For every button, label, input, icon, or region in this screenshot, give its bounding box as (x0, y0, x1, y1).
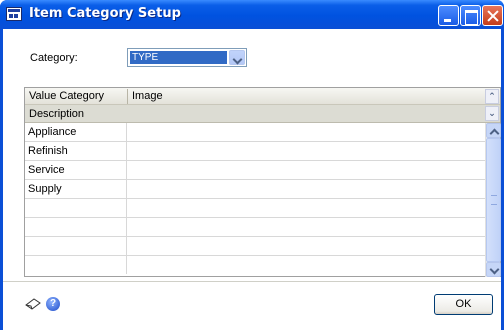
column-header-description[interactable]: Description (29, 108, 84, 120)
expand-up-icon[interactable]: ⌃ (485, 89, 499, 104)
grid-header: Value Category Image ⌃ (25, 88, 500, 105)
column-divider (127, 89, 128, 104)
table-row[interactable] (25, 199, 485, 218)
minimize-button[interactable] (438, 5, 459, 26)
image-cell[interactable] (127, 142, 485, 160)
table-row[interactable] (25, 256, 485, 275)
category-value: TYPE (130, 51, 227, 64)
value-category-grid: Value Category Image ⌃ Description ⌄ App… (24, 87, 501, 277)
value-category-cell[interactable] (25, 218, 127, 236)
expand-down-icon[interactable]: ⌄ (485, 106, 499, 121)
table-row[interactable] (25, 218, 485, 237)
scroll-up-icon[interactable] (486, 123, 501, 138)
title-bar[interactable]: Item Category Setup (0, 0, 504, 29)
grid-scrollbar[interactable] (485, 123, 501, 277)
table-row[interactable]: Refinish (25, 142, 485, 161)
image-cell[interactable] (127, 218, 485, 236)
image-cell[interactable] (127, 199, 485, 217)
value-category-cell[interactable]: Appliance (25, 123, 127, 141)
ok-button[interactable]: OK (434, 294, 493, 315)
note-icon[interactable] (25, 298, 41, 310)
dropdown-arrow-icon[interactable] (229, 50, 245, 65)
image-cell[interactable] (127, 123, 485, 141)
scroll-down-icon[interactable] (486, 262, 501, 277)
category-dropdown[interactable]: TYPE (127, 48, 247, 67)
table-row[interactable]: Appliance (25, 123, 485, 142)
column-header-value-category[interactable]: Value Category (29, 90, 104, 102)
window-title: Item Category Setup (29, 6, 181, 21)
value-category-cell[interactable] (25, 199, 127, 217)
table-row[interactable]: Service (25, 161, 485, 180)
help-icon[interactable]: ? (46, 297, 60, 311)
column-header-image[interactable]: Image (132, 90, 163, 102)
footer-divider (3, 281, 501, 282)
value-category-cell[interactable] (25, 256, 127, 274)
table-row[interactable]: Supply (25, 180, 485, 199)
value-category-cell[interactable]: Refinish (25, 142, 127, 160)
image-cell[interactable] (127, 161, 485, 179)
image-cell[interactable] (127, 256, 485, 274)
grid-subheader: Description ⌄ (25, 105, 500, 123)
close-button[interactable] (482, 5, 503, 26)
value-category-cell[interactable]: Service (25, 161, 127, 179)
table-row[interactable] (25, 237, 485, 256)
category-label: Category: (30, 52, 78, 64)
maximize-button[interactable] (460, 5, 481, 26)
item-category-setup-window: Item Category Setup Category: TYPE Value… (0, 0, 504, 330)
dialog-client-area: Category: TYPE Value Category Image ⌃ De… (3, 29, 501, 330)
scroll-thumb[interactable] (486, 138, 501, 262)
value-category-cell[interactable]: Supply (25, 180, 127, 198)
window-icon (6, 7, 22, 21)
image-cell[interactable] (127, 237, 485, 255)
value-category-cell[interactable] (25, 237, 127, 255)
image-cell[interactable] (127, 180, 485, 198)
category-band: Category: TYPE (3, 29, 501, 75)
